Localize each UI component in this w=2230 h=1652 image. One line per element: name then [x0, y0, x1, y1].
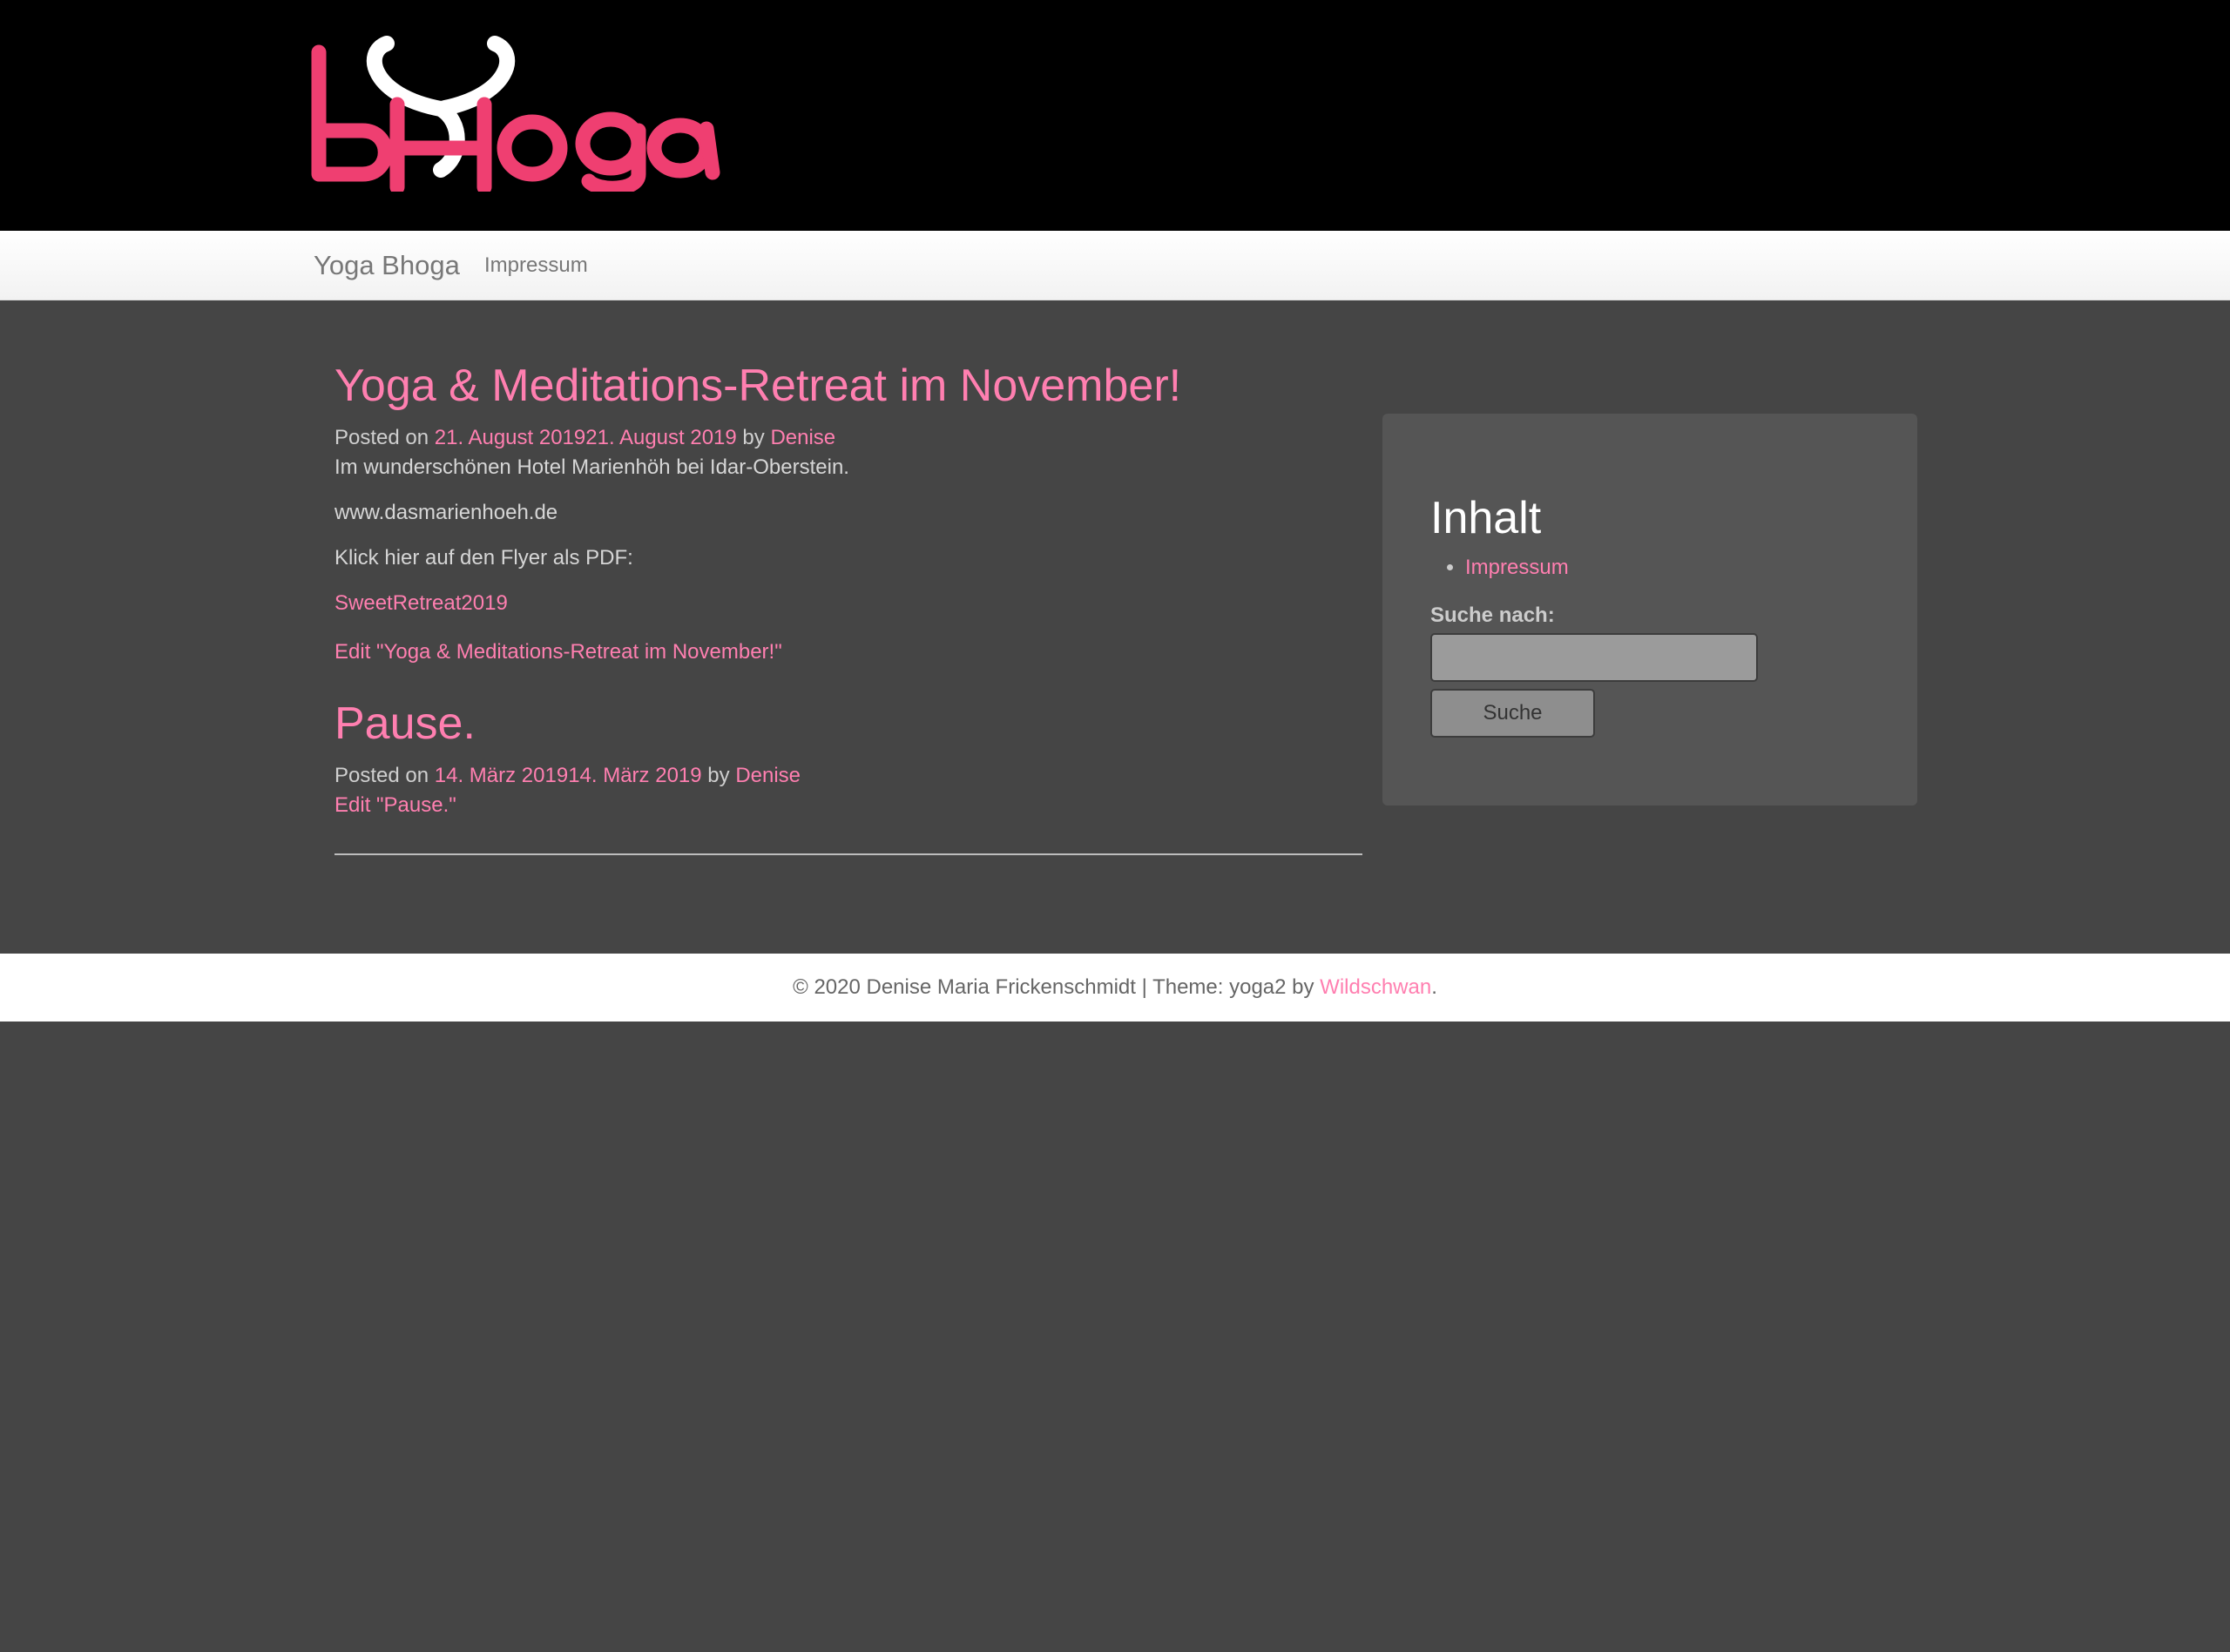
footer-theme-link[interactable]: Wildschwan	[1320, 975, 1431, 999]
post-meta: Posted on 21. August 201921. August 2019…	[334, 423, 1362, 453]
bhoga-logo[interactable]	[310, 26, 728, 192]
post-author-link[interactable]: Denise	[770, 426, 835, 449]
post-title-link[interactable]: Pause.	[334, 698, 476, 749]
post-paragraph: Klick hier auf den Flyer als PDF:	[334, 546, 633, 570]
post-title-link[interactable]: Yoga & Meditations-Retreat im November!	[334, 361, 1181, 411]
navbar-brand[interactable]: Yoga Bhoga	[314, 248, 460, 283]
post-date-link[interactable]: 14. März 201914. März 2019	[435, 764, 702, 787]
post-title: Pause.	[334, 686, 1362, 761]
edit-post-link[interactable]: Edit "Pause."	[334, 793, 456, 817]
sidebar-item-impressum[interactable]: Impressum	[1465, 556, 1569, 579]
main-navbar: Yoga Bhoga Impressum	[0, 231, 2230, 300]
footer-suffix: .	[1431, 975, 1437, 999]
post-meta: Posted on 14. März 201914. März 2019 by …	[334, 761, 1362, 791]
footer-copyright: © 2020 Denise Maria Frickenschmidt | The…	[793, 975, 1314, 999]
post-author-link[interactable]: Denise	[735, 764, 801, 787]
search-label: Suche nach:	[1430, 603, 1555, 627]
edit-link-line: Edit "Yoga & Meditations-Retreat im Nove…	[334, 637, 1362, 667]
edit-post-link[interactable]: Edit "Yoga & Meditations-Retreat im Nove…	[334, 640, 782, 664]
sidebar-title: Inhalt	[1430, 493, 1542, 543]
site-footer: © 2020 Denise Maria Frickenschmidt | The…	[0, 954, 2230, 1022]
meta-by: by	[707, 764, 730, 787]
nav-item-impressum[interactable]: Impressum	[484, 252, 588, 280]
edit-link-line: Edit "Pause."	[334, 791, 1362, 820]
meta-prefix: Posted on	[334, 764, 429, 787]
main-content: Yoga & Meditations-Retreat im November! …	[334, 348, 1362, 820]
post-date-link[interactable]: 21. August 201921. August 2019	[435, 426, 737, 449]
post-paragraph: www.dasmarienhoeh.de	[334, 501, 558, 524]
search-button[interactable]: Suche	[1430, 689, 1595, 738]
meta-by: by	[742, 426, 765, 449]
sidebar-widget: Inhalt Impressum Suche nach: Suche	[1382, 414, 1917, 806]
sidebar-list: Impressum	[1430, 553, 1569, 583]
post-title: Yoga & Meditations-Retreat im November!	[334, 348, 1362, 423]
meta-prefix: Posted on	[334, 426, 429, 449]
site-header	[0, 0, 2230, 231]
pdf-file-link[interactable]: SweetRetreat2019	[334, 591, 508, 615]
list-item: Impressum	[1465, 553, 1569, 583]
content-divider	[334, 853, 1362, 855]
post-paragraph: Im wunderschönen Hotel Marienhöh bei Ida…	[334, 455, 849, 479]
search-input[interactable]	[1430, 633, 1758, 682]
file-link-line: SweetRetreat2019	[334, 589, 1362, 618]
